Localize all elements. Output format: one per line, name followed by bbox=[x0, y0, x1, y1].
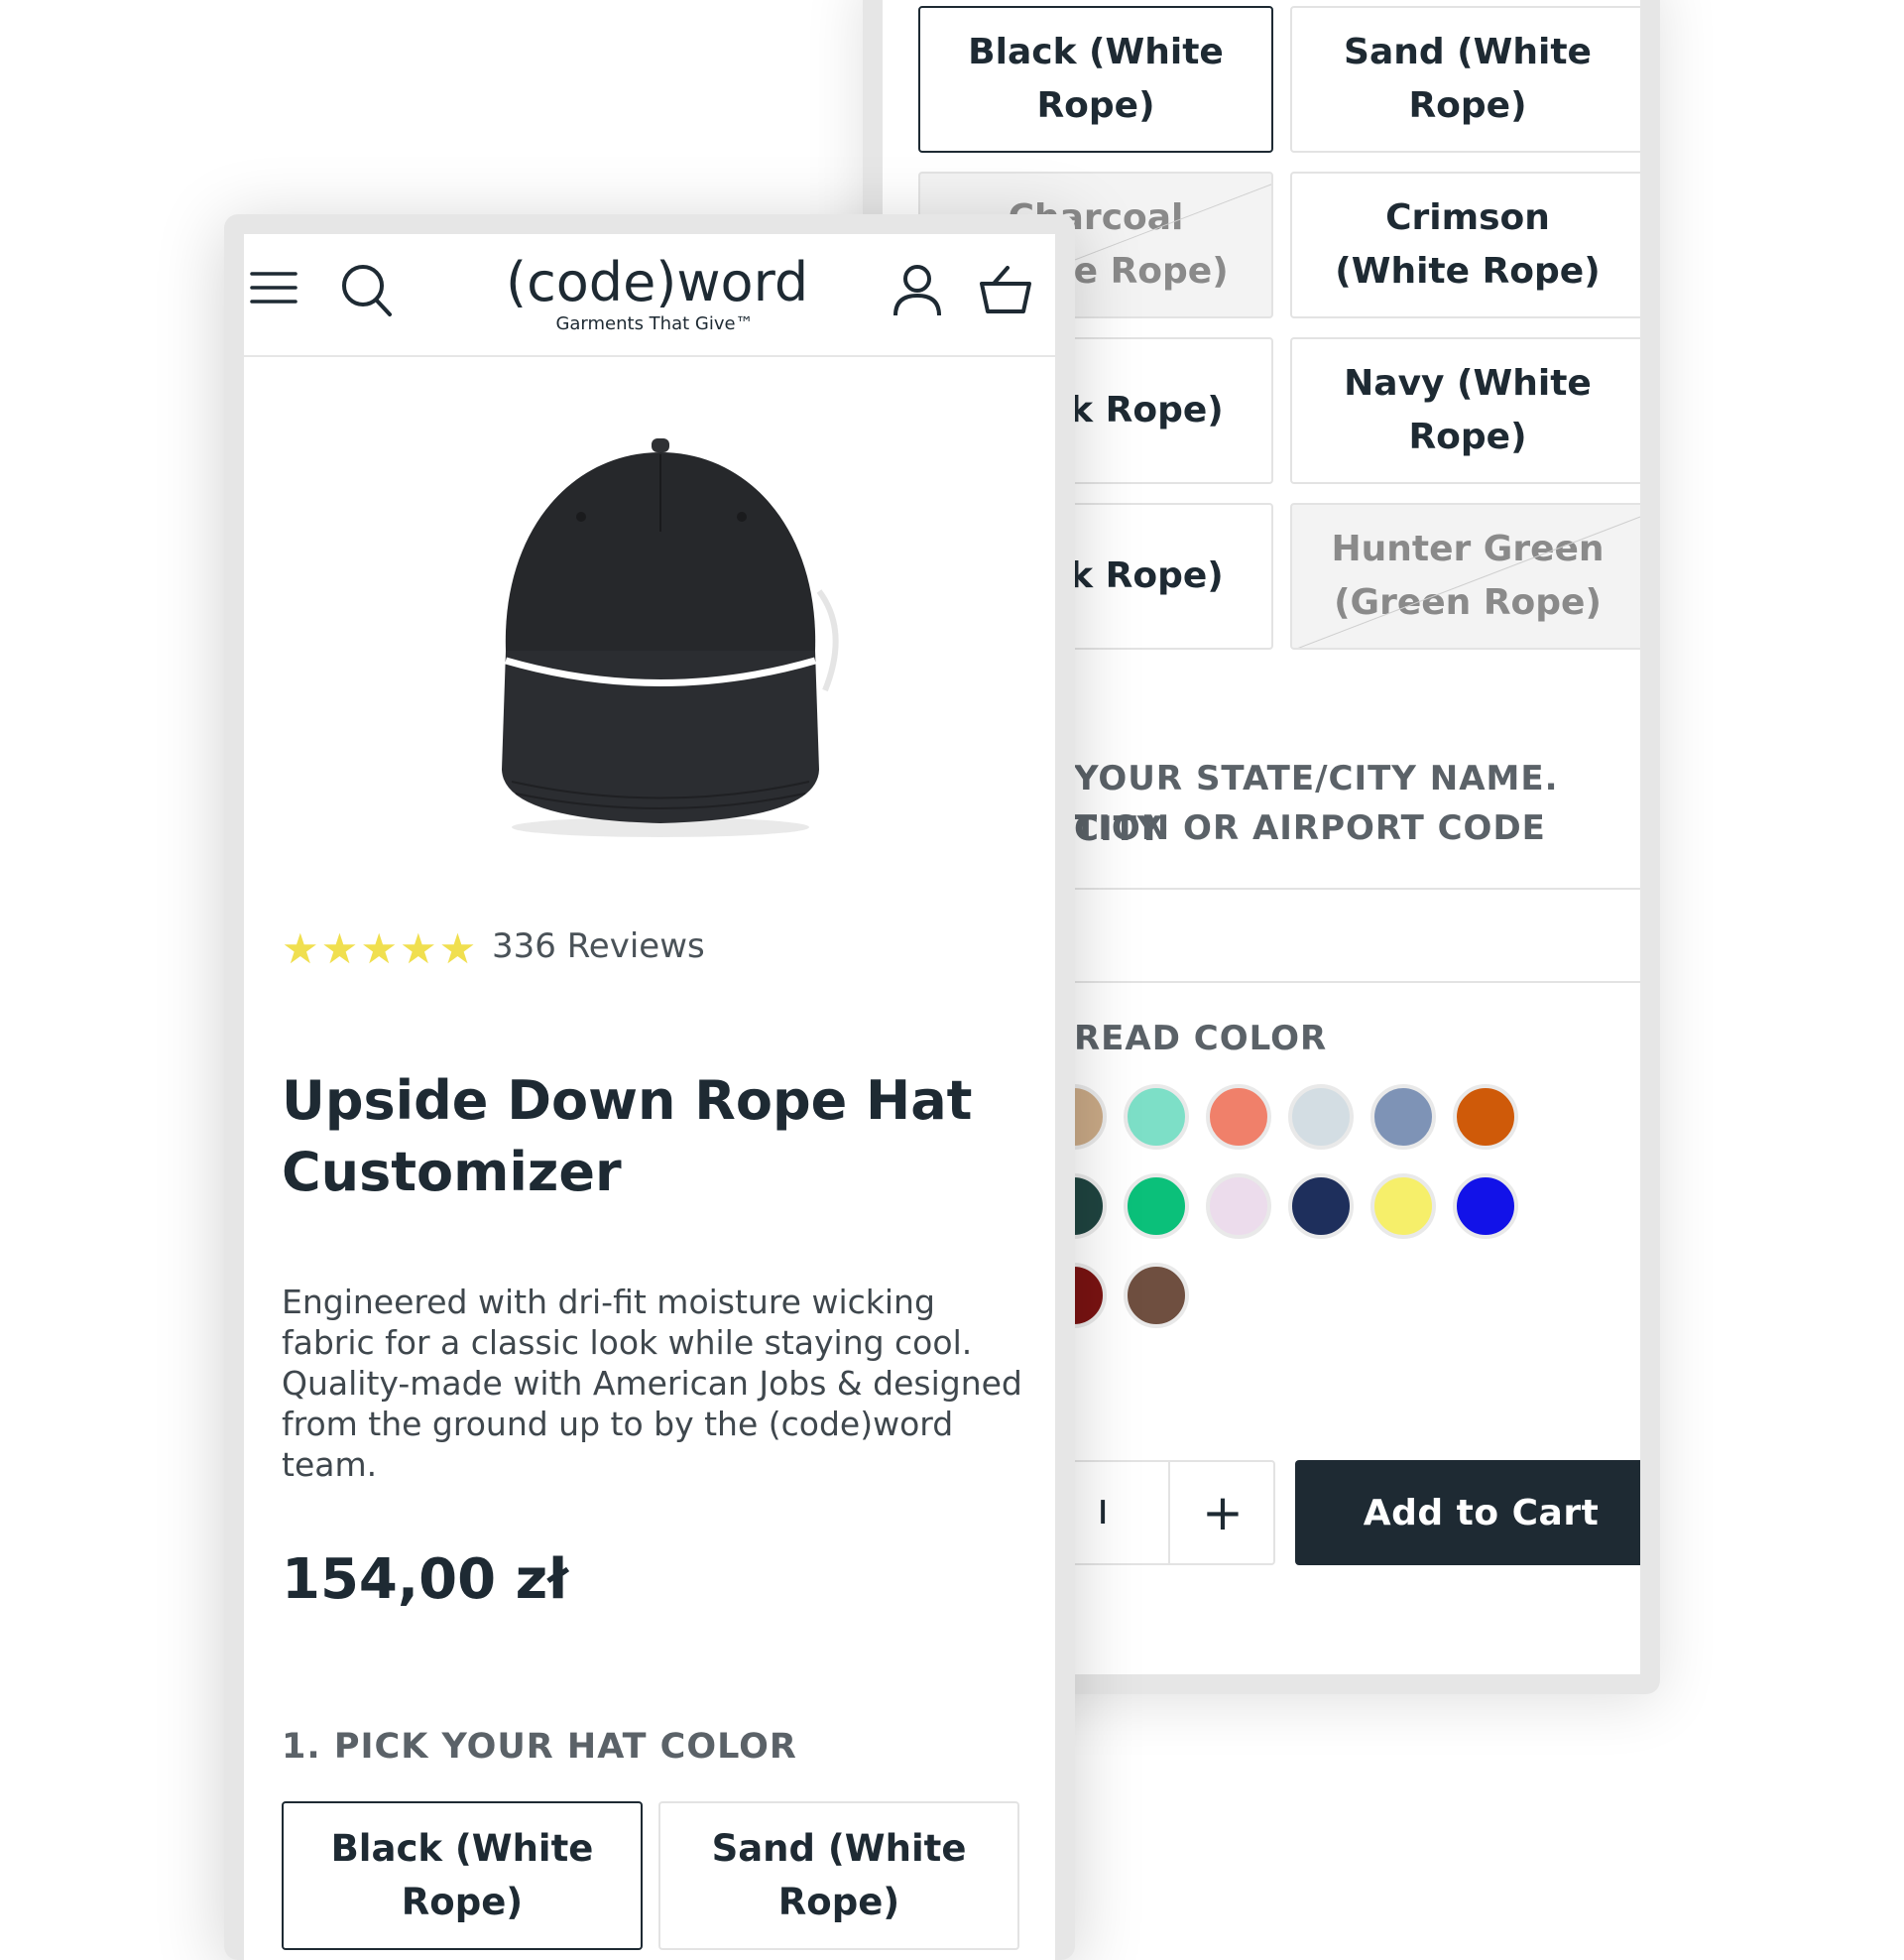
product-price: 154,00 zł bbox=[282, 1547, 568, 1612]
rating-stars[interactable]: ★ ★ ★ ★ ★ bbox=[282, 928, 476, 970]
hat-color-label: 1. PICK YOUR HAT COLOR bbox=[282, 1727, 797, 1767]
thread-color-swatch[interactable] bbox=[1453, 1173, 1518, 1239]
product-description: Engineered with dri-fit moisture wicking… bbox=[282, 1283, 1022, 1484]
add-to-cart-button[interactable]: Add to Cart bbox=[1295, 1460, 1640, 1565]
product-screen: (code)word Garments That Give™ ★ ★ ★ ★ ★… bbox=[244, 234, 1055, 1960]
thread-color-label: READ COLOR bbox=[1074, 1019, 1328, 1058]
thread-color-swatch[interactable] bbox=[1206, 1084, 1271, 1150]
thread-color-swatch[interactable] bbox=[1124, 1173, 1189, 1239]
city-label-line2: TION OR AIRPORT CODE bbox=[1074, 808, 1546, 848]
star-icon: ★ bbox=[320, 924, 359, 973]
star-icon: ★ bbox=[360, 924, 398, 973]
hat-color-option[interactable]: Sand (White Rope) bbox=[1290, 6, 1640, 153]
thread-color-swatch[interactable] bbox=[1370, 1173, 1436, 1239]
thread-color-swatch[interactable] bbox=[1124, 1084, 1189, 1150]
product-title: Upside Down Rope Hat Customizer bbox=[282, 1069, 973, 1203]
quantity-plus-button[interactable]: + bbox=[1168, 1462, 1275, 1563]
thread-color-swatch[interactable] bbox=[1370, 1084, 1436, 1150]
thread-color-swatch[interactable] bbox=[1206, 1173, 1271, 1239]
thread-color-swatch[interactable] bbox=[1453, 1084, 1518, 1150]
site-header: (code)word Garments That Give™ bbox=[244, 234, 1055, 357]
brand-tagline: Garments That Give™ bbox=[555, 313, 754, 334]
cart-icon[interactable] bbox=[978, 264, 1033, 315]
quantity-value: ı bbox=[1097, 1484, 1110, 1534]
product-phone-frame: (code)word Garments That Give™ ★ ★ ★ ★ ★… bbox=[224, 214, 1075, 1960]
hat-color-option[interactable]: Crimson (White Rope) bbox=[1290, 172, 1640, 318]
hat-color-option[interactable]: Black (White Rope) bbox=[282, 1801, 643, 1950]
star-icon: ★ bbox=[399, 924, 437, 973]
search-icon[interactable] bbox=[341, 264, 393, 317]
hat-color-option[interactable]: Sand (White Rope) bbox=[658, 1801, 1019, 1950]
account-icon[interactable] bbox=[892, 264, 942, 317]
hat-color-option[interactable]: Navy (White Rope) bbox=[1290, 337, 1640, 484]
thread-color-swatch[interactable] bbox=[1124, 1263, 1189, 1328]
thread-color-swatch[interactable] bbox=[1288, 1084, 1354, 1150]
thread-color-swatch[interactable] bbox=[1288, 1173, 1354, 1239]
hat-color-option[interactable]: Black (White Rope) bbox=[918, 6, 1273, 153]
menu-icon[interactable] bbox=[250, 268, 298, 307]
star-icon: ★ bbox=[438, 924, 477, 973]
reviews-link[interactable]: 336 Reviews bbox=[492, 926, 705, 966]
star-icon: ★ bbox=[282, 924, 319, 973]
product-image[interactable] bbox=[472, 413, 849, 849]
brand-logo[interactable]: (code)word bbox=[506, 248, 808, 317]
hat-color-option-sold-out[interactable]: Hunter Green (Green Rope) bbox=[1290, 503, 1640, 650]
